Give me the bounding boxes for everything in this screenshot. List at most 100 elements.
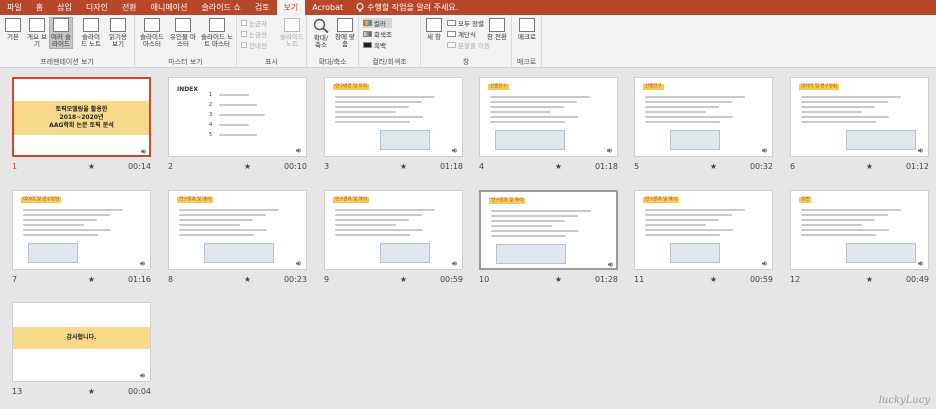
gridlines-checkbox[interactable]: 눈금선 <box>241 29 267 39</box>
reading-view-icon <box>110 18 126 32</box>
handout-master-button[interactable]: 유인물 마스터 <box>169 18 197 48</box>
tab-animations[interactable]: 애니메이션 <box>144 0 195 15</box>
speaker-icon <box>296 261 302 266</box>
normal-view-button[interactable]: 기본 <box>2 18 24 41</box>
outline-view-button[interactable]: 개요 보기 <box>26 18 48 48</box>
black-white-button[interactable]: 흑백 <box>363 40 386 50</box>
group-presentation-views: 기본 개요 보기 여러 슬라이드 슬라이드 노트 읽기용 보기 프레젠테이션 보… <box>0 15 135 68</box>
outline-view-label: 개요 보기 <box>26 33 47 48</box>
speaker-icon <box>918 148 924 153</box>
slide-number: 3 <box>324 162 330 171</box>
tell-me-box[interactable]: 수행할 작업을 알려 주세요. <box>356 2 458 13</box>
notes-toggle-button[interactable]: 슬라이드 노트 <box>279 18 305 48</box>
magnifier-icon <box>313 18 329 33</box>
slide-thumbnail[interactable]: 연구결과 및 해석 <box>479 190 618 270</box>
slide-thumbnail[interactable]: 연구결과 및 해석 <box>168 190 307 270</box>
notes-master-icon <box>209 18 225 32</box>
slide-figure <box>670 243 720 263</box>
text-line <box>335 106 409 108</box>
slide-title-band: 감사합니다. <box>13 327 150 349</box>
slide-duration: 01:28 <box>594 275 618 284</box>
index-item-line <box>219 104 257 106</box>
tab-view[interactable]: 보기 <box>276 0 306 15</box>
ribbon: 기본 개요 보기 여러 슬라이드 슬라이드 노트 읽기용 보기 프레젠테이션 보… <box>0 15 936 68</box>
color-swatch-icon <box>363 20 372 26</box>
slide-heading: 선행연구 <box>643 84 664 90</box>
move-split-button[interactable]: 분할줄 이동 <box>447 40 490 50</box>
text-line <box>335 116 423 118</box>
text-line <box>645 214 732 216</box>
tab-transitions[interactable]: 전환 <box>115 0 144 15</box>
slide-sorter-label: 여러 슬라이드 <box>50 33 71 48</box>
speaker-icon <box>762 261 768 266</box>
notes-master-label: 슬라이드 노트 마스터 <box>201 33 233 48</box>
tab-design[interactable]: 디자인 <box>79 0 115 15</box>
index-item-line <box>219 134 257 136</box>
handout-master-icon <box>175 18 191 32</box>
guides-checkbox[interactable]: 안내선 <box>241 40 267 50</box>
slide-thumbnail[interactable]: 토픽모델링을 활용한 2018~2020년 AAG학회 논문 토픽 분석 <box>12 77 151 157</box>
switch-window-button[interactable]: 창 전환 <box>485 18 509 41</box>
text-line <box>335 214 422 216</box>
text-line <box>801 214 888 216</box>
slide-thumbnail[interactable]: 선행연구 <box>634 77 773 157</box>
notes-toggle-label: 슬라이드 노트 <box>280 33 304 48</box>
arrange-all-button[interactable]: 모두 정렬 <box>447 18 484 28</box>
text-line <box>23 209 123 211</box>
new-window-button[interactable]: 새 창 <box>423 18 445 41</box>
index-item-line <box>219 114 265 116</box>
outline-view-icon <box>29 18 45 32</box>
zoom-button[interactable]: 확대/ 축소 <box>310 18 332 49</box>
slide-thumbnail[interactable]: 선행연구 <box>479 77 618 157</box>
macro-label: 매크로 <box>518 33 536 41</box>
tab-home[interactable]: 홈 <box>29 0 50 15</box>
lightbulb-icon <box>356 3 364 12</box>
text-line <box>645 121 720 123</box>
color-button[interactable]: 컬러 <box>363 18 392 28</box>
fit-to-window-button[interactable]: 창에 맞춤 <box>334 18 356 48</box>
slide-sorter-button[interactable]: 여러 슬라이드 <box>49 17 73 49</box>
ruler-checkbox[interactable]: 눈금자 <box>241 18 267 28</box>
slide-thumbnail[interactable]: 연구배경 및 목적 <box>324 77 463 157</box>
text-line <box>801 106 875 108</box>
text-line <box>23 219 97 221</box>
slide-duration: 00:23 <box>283 275 307 284</box>
cascade-label: 계단식 <box>458 31 476 39</box>
tab-insert[interactable]: 삽입 <box>50 0 79 15</box>
text-line <box>645 116 733 118</box>
slide-duration: 00:59 <box>439 275 463 284</box>
text-line <box>801 209 901 211</box>
text-line <box>335 121 410 123</box>
tab-review[interactable]: 검토 <box>248 0 277 15</box>
slide-thumbnail[interactable]: 데이터 및 연구방법 <box>790 77 929 157</box>
notes-master-button[interactable]: 슬라이드 노트 마스터 <box>199 18 235 48</box>
fit-window-icon <box>337 18 353 32</box>
text-line <box>801 219 875 221</box>
macro-button[interactable]: 매크로 <box>516 18 538 41</box>
transition-star-icon: ★ <box>399 275 407 284</box>
slide-thumbnail[interactable]: 결론 <box>790 190 929 270</box>
slide-thumbnail[interactable]: 연구결과 및 해석 <box>324 190 463 270</box>
text-line <box>801 121 876 123</box>
slide-master-button[interactable]: 슬라이드 마스터 <box>137 18 167 48</box>
slide-thumbnail[interactable]: INDEX 1 2 3 4 5 <box>168 77 307 157</box>
slide-thumbnail[interactable]: 연구결과 및 해석 <box>634 190 773 270</box>
reading-view-button[interactable]: 읽기용 보기 <box>107 18 129 48</box>
notes-page-button[interactable]: 슬라이드 노트 <box>80 18 102 48</box>
cascade-button[interactable]: 계단식 <box>447 29 476 39</box>
arrange-all-icon <box>447 20 456 26</box>
text-line <box>179 229 267 231</box>
text-line <box>179 209 279 211</box>
slide-thumbnail[interactable]: 데이터 및 연구방법 <box>12 190 151 270</box>
group-window: 새 창 모두 정렬 계단식 분할줄 이동 창 전환 창 <box>421 15 512 68</box>
tab-acrobat[interactable]: Acrobat <box>305 0 350 15</box>
slide-number: 8 <box>168 275 174 284</box>
slide-thumbnail[interactable]: 감사합니다. <box>12 302 151 382</box>
text-line <box>645 101 732 103</box>
group-zoom: 확대/ 축소 창에 맞춤 확대/축소 <box>307 15 359 68</box>
index-item-number: 2 <box>209 102 213 108</box>
tab-file[interactable]: 파일 <box>0 0 29 15</box>
grayscale-button[interactable]: 회색조 <box>363 29 392 39</box>
speaker-icon <box>762 148 768 153</box>
tab-slideshow[interactable]: 슬라이드 쇼 <box>194 0 247 15</box>
